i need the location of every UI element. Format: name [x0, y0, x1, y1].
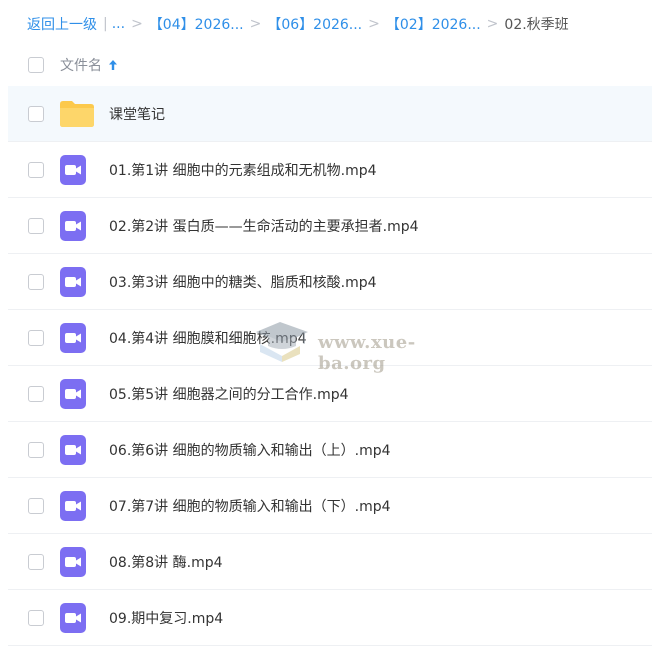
- row-checkbox[interactable]: [28, 609, 44, 626]
- breadcrumb-item-1[interactable]: 【04】2026...: [149, 14, 244, 34]
- video-file-icon: [60, 210, 86, 241]
- breadcrumb: 返回上一级 | ... > 【04】2026... > 【06】2026... …: [27, 14, 569, 34]
- row-checkbox[interactable]: [28, 161, 44, 178]
- file-row[interactable]: 03.第3讲 细胞中的糖类、脂质和核酸.mp4: [8, 254, 652, 310]
- file-row[interactable]: 08.第8讲 酶.mp4: [8, 534, 652, 590]
- file-row[interactable]: 04.第4讲 细胞膜和细胞核.mp4: [8, 310, 652, 366]
- file-name[interactable]: 09.期中复习.mp4: [109, 608, 223, 628]
- row-checkbox[interactable]: [28, 273, 44, 290]
- breadcrumb-separator: >: [131, 16, 143, 32]
- file-row[interactable]: 05.第5讲 细胞器之间的分工合作.mp4: [8, 366, 652, 422]
- video-file-icon: [60, 602, 86, 633]
- row-checkbox[interactable]: [28, 105, 44, 122]
- file-name[interactable]: 03.第3讲 细胞中的糖类、脂质和核酸.mp4: [109, 272, 377, 292]
- breadcrumb-bar: |: [103, 16, 108, 32]
- breadcrumb-item-2[interactable]: 【06】2026...: [267, 14, 362, 34]
- file-row[interactable]: 02.第2讲 蛋白质——生命活动的主要承担者.mp4: [8, 198, 652, 254]
- file-row[interactable]: 07.第7讲 细胞的物质输入和输出（下）.mp4: [8, 478, 652, 534]
- file-name[interactable]: 08.第8讲 酶.mp4: [109, 552, 223, 572]
- video-file-icon: [60, 490, 86, 521]
- breadcrumb-current: 02.秋季班: [504, 17, 569, 33]
- row-checkbox[interactable]: [28, 217, 44, 234]
- video-file-icon: [60, 434, 86, 465]
- folder-row[interactable]: 课堂笔记: [8, 86, 652, 142]
- back-link[interactable]: 返回上一级: [27, 14, 97, 34]
- row-checkbox[interactable]: [28, 497, 44, 514]
- breadcrumb-item-3[interactable]: 【02】2026...: [386, 14, 481, 34]
- column-filename[interactable]: 文件名: [60, 55, 118, 75]
- video-file-icon: [60, 546, 86, 577]
- video-file-icon: [60, 266, 86, 297]
- file-row[interactable]: 01.第1讲 细胞中的元素组成和无机物.mp4: [8, 142, 652, 198]
- breadcrumb-separator: >: [368, 16, 380, 32]
- file-name[interactable]: 02.第2讲 蛋白质——生命活动的主要承担者.mp4: [109, 216, 419, 236]
- breadcrumb-separator: >: [486, 16, 499, 32]
- file-name[interactable]: 课堂笔记: [109, 104, 165, 124]
- folder-icon: [60, 100, 94, 127]
- file-name[interactable]: 07.第7讲 细胞的物质输入和输出（下）.mp4: [109, 496, 391, 516]
- sort-ascending-icon: [109, 60, 117, 70]
- file-name[interactable]: 04.第4讲 细胞膜和细胞核.mp4: [109, 328, 307, 348]
- file-list-header: 文件名: [0, 44, 652, 86]
- row-checkbox[interactable]: [28, 553, 44, 570]
- file-row[interactable]: 06.第6讲 细胞的物质输入和输出（上）.mp4: [8, 422, 652, 478]
- column-filename-label: 文件名: [60, 58, 102, 74]
- video-file-icon: [60, 322, 86, 353]
- video-file-icon: [60, 378, 86, 409]
- select-all-checkbox[interactable]: [28, 57, 44, 73]
- file-row[interactable]: 09.期中复习.mp4: [8, 590, 652, 646]
- breadcrumb-ellipsis[interactable]: ...: [112, 16, 125, 32]
- breadcrumb-separator: >: [249, 16, 262, 32]
- row-checkbox[interactable]: [28, 385, 44, 402]
- file-name[interactable]: 05.第5讲 细胞器之间的分工合作.mp4: [109, 384, 349, 404]
- file-name[interactable]: 06.第6讲 细胞的物质输入和输出（上）.mp4: [109, 440, 391, 460]
- row-checkbox[interactable]: [28, 329, 44, 346]
- file-name[interactable]: 01.第1讲 细胞中的元素组成和无机物.mp4: [109, 160, 377, 180]
- file-list: 课堂笔记 01.第1讲 细胞中的元素组成和无机物.mp4 02.第2讲 蛋白质—…: [8, 86, 652, 646]
- video-file-icon: [60, 154, 86, 185]
- row-checkbox[interactable]: [28, 441, 44, 458]
